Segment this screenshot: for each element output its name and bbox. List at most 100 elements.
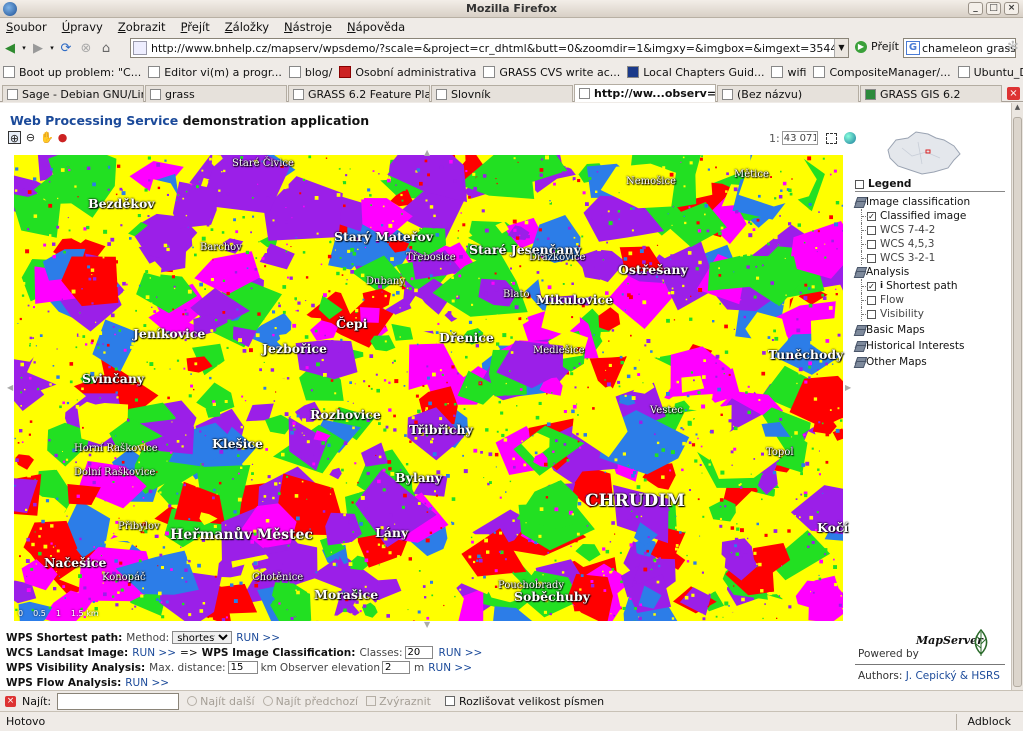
observer-elevation-input[interactable] [382, 661, 410, 674]
run-classification-link[interactable]: RUN >> [439, 647, 483, 659]
menu-bookmarks[interactable]: Záložky [225, 20, 269, 34]
pan-east-icon[interactable]: ▶ [845, 383, 851, 392]
tab-slovnik[interactable]: Slovník [431, 85, 573, 102]
maximize-button[interactable]: □ [986, 2, 1001, 15]
find-previous-button[interactable]: Najít předchozí [262, 695, 358, 708]
minimize-button[interactable]: _ [968, 2, 983, 15]
legend-item-shortest-path[interactable]: ✓ i Shortest path [855, 279, 1005, 293]
map-speckle [415, 394, 419, 398]
forward-button[interactable]: ▶ [28, 38, 48, 58]
find-input[interactable] [57, 692, 180, 710]
run-flow-link[interactable]: RUN >> [125, 677, 169, 689]
back-dropdown-icon[interactable]: ▾ [20, 38, 28, 58]
reload-button[interactable]: ⟳ [56, 38, 76, 58]
legend-item-wcs-321[interactable]: WCS 3-2-1 [855, 251, 1005, 265]
match-case-checkbox[interactable] [445, 696, 455, 706]
go-button[interactable]: ▶ Přejít [855, 40, 899, 53]
gear-icon[interactable]: ✻ [1007, 40, 1021, 54]
tab-grass-feature-plan[interactable]: GRASS 6.2 Feature Plan... [288, 85, 430, 102]
method-select[interactable]: shortest [172, 631, 233, 644]
url-bar[interactable]: http://www.bnhelp.cz/mapserv/wpsdemo/?sc… [130, 38, 849, 58]
map-speckle [616, 614, 619, 617]
legend-item-visibility[interactable]: Visibility [855, 307, 1005, 321]
authors-link[interactable]: J. Cepický & HSRS [906, 670, 1000, 682]
menu-help[interactable]: Nápověda [347, 20, 405, 34]
info-icon[interactable]: i [880, 281, 883, 291]
scrollbar-thumb[interactable] [1013, 117, 1022, 687]
legend-item-classified-image[interactable]: ✓ Classified image [855, 209, 1005, 223]
zoom-out-icon[interactable]: ⊖ [24, 131, 37, 144]
menu-view[interactable]: Zobrazit [118, 20, 166, 34]
legend-item-wcs-453[interactable]: WCS 4,5,3 [855, 237, 1005, 251]
pan-west-icon[interactable]: ◀ [7, 383, 13, 392]
map-speckle [34, 470, 36, 473]
close-tab-button[interactable]: × [1007, 87, 1020, 100]
url-history-dropdown-icon[interactable]: ▼ [834, 39, 848, 57]
highlight-button[interactable]: Zvýraznit [366, 695, 431, 708]
zoom-box-icon[interactable] [825, 132, 837, 144]
menu-edit[interactable]: Úpravy [62, 20, 103, 34]
overview-map[interactable] [882, 128, 964, 178]
scale-input[interactable] [781, 131, 818, 145]
bookmark-item[interactable]: Osobní administrativa [339, 66, 476, 79]
run-shortest-path-link[interactable]: RUN >> [236, 632, 280, 644]
map-view[interactable]: Staré Čivice Nemošice Mětice Bezděkov Starý … [14, 155, 848, 621]
google-icon[interactable]: G [906, 41, 920, 55]
full-extent-globe-icon[interactable] [843, 132, 856, 144]
scroll-up-icon[interactable]: ▲ [1012, 103, 1023, 115]
tab-bez-nazvu[interactable]: (Bez názvu) [717, 85, 859, 102]
legend-group-basic-maps[interactable]: Basic Maps [855, 323, 1005, 337]
menu-go[interactable]: Přejít [181, 20, 210, 34]
classes-input[interactable] [404, 646, 433, 659]
legend-checkbox[interactable] [855, 179, 864, 189]
checkbox-checked[interactable]: ✓ [867, 211, 876, 221]
checkbox-checked[interactable]: ✓ [867, 281, 876, 291]
bookmark-item[interactable]: blog/ [288, 66, 332, 79]
find-next-button[interactable]: Najít další [187, 695, 255, 708]
adblock-button[interactable]: Adblock [956, 714, 1023, 730]
pan-hand-icon[interactable]: ✋ [40, 131, 54, 144]
run-visibility-link[interactable]: RUN >> [428, 662, 472, 674]
tab-grass[interactable]: grass [145, 85, 287, 102]
legend-item-wcs-742[interactable]: WCS 7-4-2 [855, 223, 1005, 237]
max-distance-input[interactable] [227, 661, 258, 674]
vertical-scrollbar[interactable]: ▲ ▼ [1011, 103, 1023, 710]
stop-button[interactable]: ⊗ [76, 38, 96, 58]
pan-south-icon[interactable]: ▼ [424, 620, 430, 629]
checkbox[interactable] [867, 239, 876, 249]
legend-group-other-maps[interactable]: Other Maps [855, 355, 1005, 369]
tab-grass-gis[interactable]: GRASS GIS 6.2 [860, 85, 1002, 102]
legend-group-image-classification[interactable]: Image classification [855, 195, 1005, 209]
menu-file[interactable]: Soubor [6, 20, 47, 34]
legend-item-flow[interactable]: Flow [855, 293, 1005, 307]
bookmark-item[interactable]: Ubuntu_Dapper_Inst... [957, 66, 1023, 79]
pan-north-icon[interactable]: ▲ [424, 148, 430, 157]
checkbox[interactable] [867, 253, 876, 263]
close-findbar-icon[interactable]: × [5, 695, 16, 707]
home-button[interactable]: ⌂ [96, 38, 116, 58]
forward-dropdown-icon[interactable]: ▾ [48, 38, 56, 58]
bookmark-item[interactable]: GRASS CVS write ac... [483, 66, 620, 79]
close-window-button[interactable]: × [1004, 2, 1019, 15]
bookmark-item[interactable]: Local Chapters Guid... [627, 66, 764, 79]
bookmark-item[interactable]: Boot up problem: "C... [3, 66, 141, 79]
map-speckle [635, 515, 639, 518]
legend-group-historical-interests[interactable]: Historical Interests [855, 339, 1005, 353]
back-button[interactable]: ◀ [0, 38, 20, 58]
query-pin-icon[interactable]: ● [56, 131, 69, 144]
bookmark-item[interactable]: Editor vi(m) a progr... [148, 66, 282, 79]
legend-group-analysis[interactable]: Analysis [855, 265, 1005, 279]
bookmark-item[interactable]: wifi [771, 66, 806, 79]
zoom-in-icon[interactable]: ⊕ [8, 131, 21, 145]
checkbox[interactable] [867, 225, 876, 235]
run-landsat-link[interactable]: RUN >> [132, 647, 176, 659]
tab-wps-demo[interactable]: http://ww...observ=2 [574, 84, 716, 102]
tab-sage[interactable]: Sage - Debian GNU/Linu... [2, 85, 144, 102]
bookmark-item[interactable]: CompositeManager/... [813, 66, 951, 79]
checkbox[interactable] [867, 295, 876, 305]
search-input[interactable]: G chameleon grass [903, 38, 1016, 58]
map-speckle [502, 333, 507, 338]
classified-map-image[interactable] [14, 155, 843, 621]
menu-tools[interactable]: Nástroje [284, 20, 332, 34]
checkbox[interactable] [867, 309, 876, 319]
